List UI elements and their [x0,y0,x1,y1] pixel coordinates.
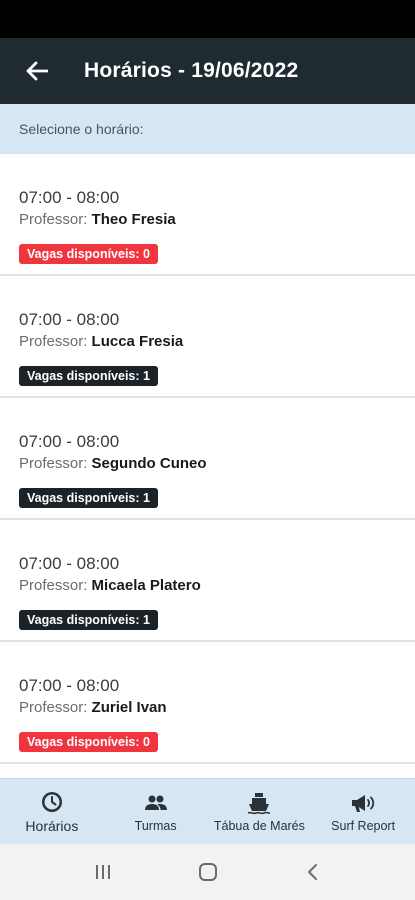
vagas-badge: Vagas disponíveis: 1 [19,366,158,386]
nav-label: Surf Report [331,818,396,833]
time-range: 07:00 - 08:00 [19,188,120,207]
schedule-list: 07:00 - 08:00 Professor: Theo Fresia Vag… [0,154,415,778]
professor-label: Professor: [19,211,88,228]
schedule-item[interactable]: 07:00 - 08:00 Professor: Segundo Cuneo V… [0,398,415,520]
time-range: 07:00 - 08:00 [19,554,120,573]
time-range: 07:00 - 08:00 [19,310,120,329]
back-button[interactable] [0,38,74,104]
recents-button[interactable] [73,852,133,892]
professor-line: Professor: Segundo Cuneo [19,454,396,474]
professor-line: Professor: Theo Fresia [19,210,396,230]
system-nav-bar [0,844,415,900]
professor-name: Lucca Fresia [91,333,184,350]
schedule-item[interactable]: 07:00 - 08:00 Professor: Micaela Platero… [0,520,415,642]
professor-name: Theo Fresia [91,211,176,228]
time-range: 07:00 - 08:00 [19,432,120,451]
home-button[interactable] [178,852,238,892]
nav-item-tabua-de-mares[interactable]: Tábua de Marés [208,779,312,844]
nav-label: Turmas [134,818,177,833]
professor-label: Professor: [19,333,88,350]
people-icon [143,791,169,815]
nav-label: Tábua de Marés [213,818,305,833]
megaphone-icon [350,791,376,815]
ship-icon [246,791,272,815]
bottom-nav: Horários Turmas Tábua de Marés Surf Repo… [0,778,415,844]
time-range: 07:00 - 08:00 [19,676,120,695]
schedule-item[interactable]: 07:00 - 08:00 Professor: Zuriel Ivan Vag… [0,642,415,764]
professor-line: Professor: Zuriel Ivan [19,698,396,718]
vagas-badge: Vagas disponíveis: 0 [19,732,158,752]
status-bar [0,0,415,38]
schedule-item[interactable]: 07:00 - 08:00 Professor: Theo Fresia Vag… [0,154,415,276]
subheader: Selecione o horário: [0,104,415,154]
professor-line: Professor: Lucca Fresia [19,332,396,352]
arrow-left-icon [26,61,48,81]
app-bar: Horários - 19/06/2022 [0,38,415,104]
home-icon [198,863,217,881]
nav-item-horarios[interactable]: Horários [0,779,104,844]
professor-name: Micaela Platero [91,577,201,594]
professor-name: Zuriel Ivan [91,699,167,716]
clock-icon [40,790,64,814]
vagas-badge: Vagas disponíveis: 1 [19,488,158,508]
vagas-badge: Vagas disponíveis: 0 [19,244,158,264]
nav-item-turmas[interactable]: Turmas [104,779,208,844]
professor-name: Segundo Cuneo [91,455,207,472]
recents-icon [95,865,110,879]
professor-label: Professor: [19,577,88,594]
vagas-badge: Vagas disponíveis: 1 [19,610,158,630]
schedule-item[interactable]: 07:00 - 08:00 Professor: Lucca Fresia Va… [0,276,415,398]
page-title: Horários - 19/06/2022 [84,59,299,82]
back-chevron-icon [307,864,317,880]
professor-label: Professor: [19,455,88,472]
system-back-button[interactable] [283,852,343,892]
nav-item-surf-report[interactable]: Surf Report [311,779,415,844]
nav-label: Horários [25,817,79,834]
professor-label: Professor: [19,699,88,716]
professor-line: Professor: Micaela Platero [19,576,396,596]
